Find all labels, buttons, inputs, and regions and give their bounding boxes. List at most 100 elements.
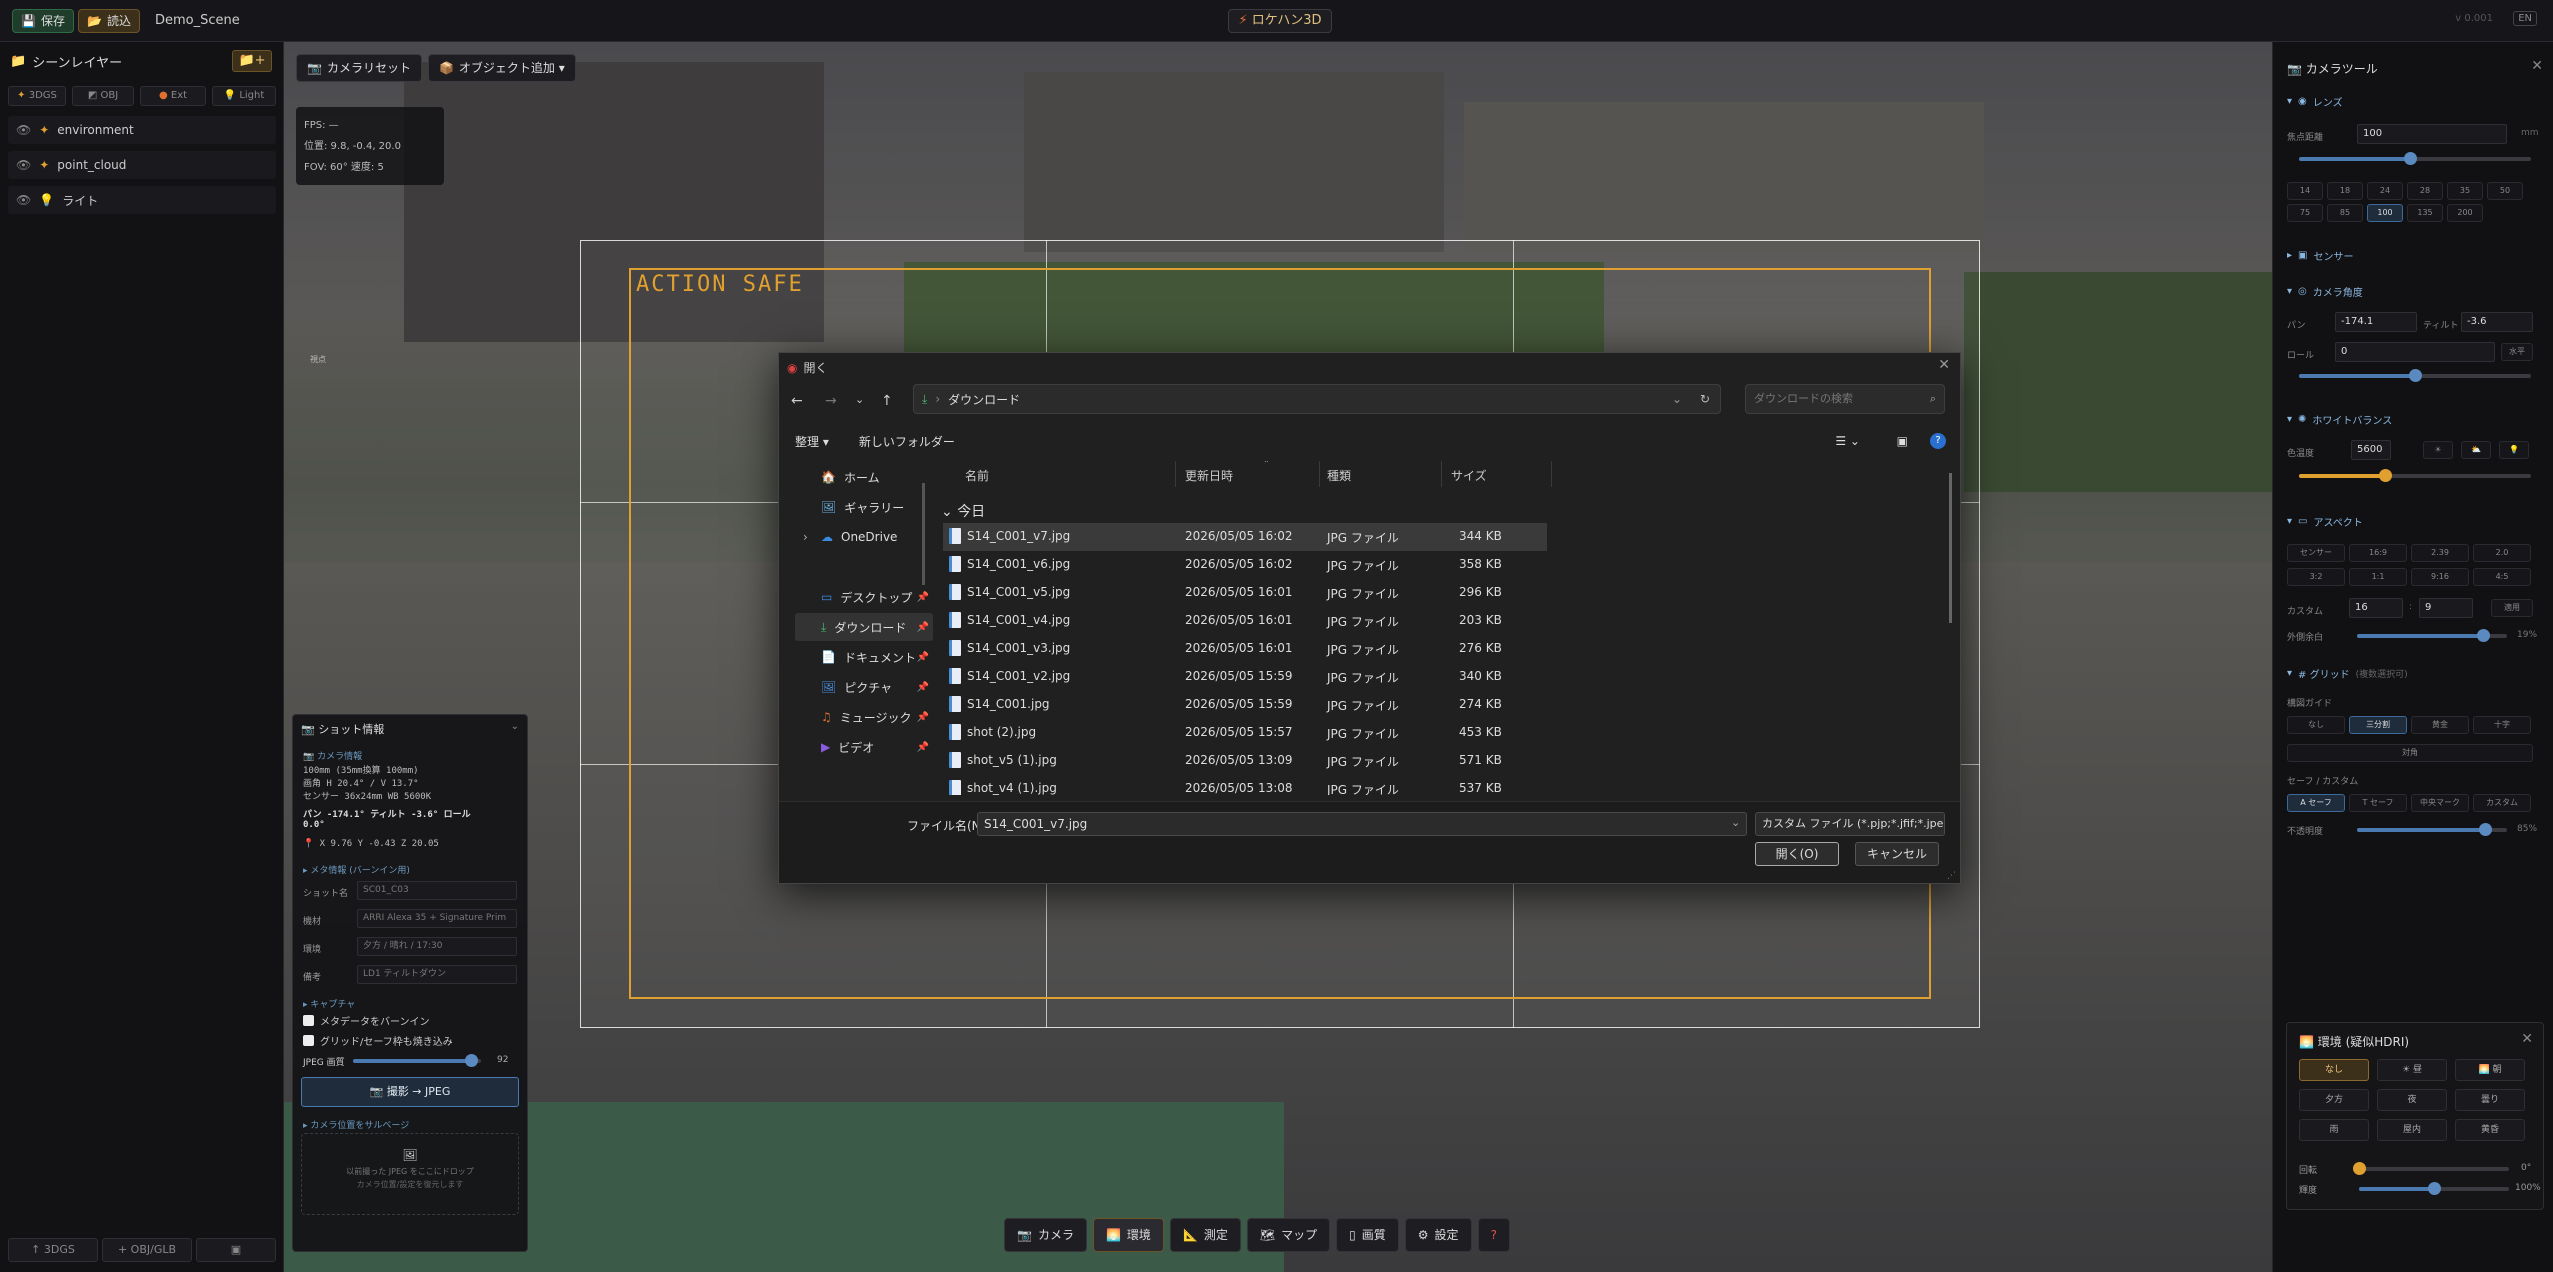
env-preset-button[interactable]: 屋内 <box>2377 1119 2447 1141</box>
section-restore[interactable]: ▸ カメラ位置をサルベージ <box>303 1118 409 1131</box>
focal-chip[interactable]: 100 <box>2367 204 2403 222</box>
nav-scrollbar[interactable] <box>922 483 925 585</box>
environment-input[interactable]: 夕方 / 晴れ / 17:30 <box>357 937 517 956</box>
extra-button[interactable]: ▣ <box>196 1238 276 1262</box>
save-button[interactable]: 💾 保存 <box>12 9 74 33</box>
safe-chip[interactable]: カスタム <box>2473 794 2531 812</box>
shot-name-input[interactable]: SC01_C03 <box>357 881 517 900</box>
composition-chip[interactable]: なし <box>2287 716 2345 734</box>
focal-chip[interactable]: 24 <box>2367 182 2403 200</box>
tab-3dgs[interactable]: ✦ 3DGS <box>8 86 66 106</box>
tab-obj[interactable]: ◩ OBJ <box>72 86 134 106</box>
group-header[interactable]: ⌄ 今日 <box>941 501 985 521</box>
eye-icon[interactable]: 👁 <box>16 158 31 172</box>
focal-chip[interactable]: 75 <box>2287 204 2323 222</box>
layer-light[interactable]: 👁 💡 ライト <box>8 186 276 214</box>
section-sensor[interactable]: ▸ ▣ センサー <box>2287 248 2353 263</box>
section-angle[interactable]: ▾ ◎ カメラ角度 <box>2287 284 2363 299</box>
chevron-down-icon[interactable]: ⌄ <box>855 393 864 406</box>
chevron-right-icon[interactable]: › <box>803 530 808 544</box>
custom-height-input[interactable]: 9 <box>2419 598 2473 618</box>
env-preset-button[interactable]: 雨 <box>2299 1119 2369 1141</box>
section-lens[interactable]: ▾ ◉ レンズ <box>2287 94 2343 109</box>
cancel-button[interactable]: キャンセル <box>1855 842 1939 866</box>
open-button[interactable]: 開く(O) <box>1755 842 1839 866</box>
file-type-select[interactable]: カスタム ファイル (*.pjp;*.jfif;*.jpe;* <box>1755 812 1945 836</box>
focal-chip[interactable]: 14 <box>2287 182 2323 200</box>
resize-grip-icon[interactable]: ⋰ <box>1947 871 1956 881</box>
brightness-slider[interactable] <box>2359 1182 2509 1195</box>
diagonal-button[interactable]: 対角 <box>2287 744 2533 762</box>
env-preset-button[interactable]: ☀ 昼 <box>2377 1059 2447 1081</box>
layer-environment[interactable]: 👁 ✦ environment <box>8 116 276 144</box>
pin-icon[interactable]: 📌 <box>917 712 929 723</box>
view-icon[interactable]: ☰ ⌄ <box>1835 434 1860 448</box>
composition-chip[interactable]: 十字 <box>2473 716 2531 734</box>
nav-item[interactable]: 🖼 ギャラリー <box>795 493 933 521</box>
search-input[interactable]: ダウンロードの検索 ⌕ <box>1745 384 1945 414</box>
jpeg-quality-slider[interactable] <box>353 1054 481 1067</box>
composition-chip[interactable]: 黄金 <box>2411 716 2469 734</box>
file-row[interactable]: shot (2).jpg 2026/05/05 15:57 JPG ファイル 453 … <box>943 719 1547 747</box>
nav-item[interactable]: ♫ ミュージック 📌 <box>795 703 933 731</box>
opacity-slider[interactable] <box>2357 823 2507 836</box>
focal-chip[interactable]: 28 <box>2407 182 2443 200</box>
file-row[interactable]: shot_v4 (1).jpg 2026/05/05 13:08 JPG ファイル 5… <box>943 775 1547 795</box>
composition-chip[interactable]: 三分割 <box>2349 716 2407 734</box>
pin-icon[interactable]: 📌 <box>917 652 929 663</box>
focal-chip[interactable]: 35 <box>2447 182 2483 200</box>
rotate-slider[interactable] <box>2353 1162 2509 1175</box>
nav-item[interactable]: ☁ OneDrive › <box>795 523 933 551</box>
close-icon[interactable]: ✕ <box>1938 357 1950 373</box>
capture-jpeg-button[interactable]: 📷 撮影 → JPEG <box>301 1077 519 1107</box>
collapse-icon[interactable]: ⌄ <box>511 721 519 732</box>
column-type[interactable]: 種類 <box>1327 467 1351 484</box>
pin-icon[interactable]: 📌 <box>917 682 929 693</box>
env-preset-button[interactable]: なし <box>2299 1059 2369 1081</box>
tab-ext[interactable]: ● Ext <box>140 86 206 106</box>
tab-light[interactable]: 💡 Light <box>212 86 276 106</box>
back-icon[interactable]: ← <box>791 393 803 409</box>
safe-chip[interactable]: T セーフ <box>2349 794 2407 812</box>
file-row[interactable]: S14_C001_v5.jpg 2026/05/05 16:01 JPG ファイル 2… <box>943 579 1547 607</box>
map-tab-button[interactable]: 🗺 マップ <box>1246 1218 1331 1252</box>
file-row[interactable]: S14_C001.jpg 2026/05/05 15:59 JPG ファイル 274 … <box>943 691 1547 719</box>
env-preset-button[interactable]: 🌅 朝 <box>2455 1059 2525 1081</box>
aspect-chip[interactable]: センサー <box>2287 544 2345 562</box>
pin-icon[interactable]: 📌 <box>917 742 929 753</box>
language-toggle[interactable]: EN <box>2513 11 2537 26</box>
address-bar[interactable]: ⤓ › ダウンロード ⌄ ↻ <box>913 384 1721 414</box>
env-preset-button[interactable]: 夕方 <box>2299 1089 2369 1111</box>
roll-slider[interactable] <box>2299 369 2531 382</box>
checkbox[interactable] <box>303 1035 314 1046</box>
eye-icon[interactable]: 👁 <box>16 123 31 137</box>
column-size[interactable]: サイズ <box>1451 467 1487 484</box>
measure-tab-button[interactable]: 📐 測定 <box>1169 1218 1241 1252</box>
custom-width-input[interactable]: 16 <box>2349 598 2403 618</box>
preview-pane-icon[interactable]: ▣ <box>1897 434 1908 448</box>
roll-input[interactable]: 0 <box>2335 342 2495 362</box>
settings-tab-button[interactable]: ⚙ 設定 <box>1404 1218 1472 1252</box>
chevron-down-icon[interactable]: ⌄ <box>1672 392 1682 406</box>
checkbox[interactable] <box>303 1015 314 1026</box>
focal-chip[interactable]: 18 <box>2327 182 2363 200</box>
nav-item[interactable]: ▭ デスクトップ 📌 <box>795 583 933 611</box>
outer-margin-slider[interactable] <box>2357 629 2507 642</box>
environment-tab-button[interactable]: 🌅 環境 <box>1092 1218 1164 1252</box>
file-scrollbar[interactable] <box>1949 473 1952 623</box>
up-icon[interactable]: ↑ <box>881 393 893 409</box>
camera-reset-button[interactable]: 📷 カメラリセット <box>296 54 422 82</box>
pin-icon[interactable]: 📌 <box>917 622 929 633</box>
nav-item[interactable]: ▶ ビデオ 📌 <box>795 733 933 761</box>
column-separator[interactable] <box>1175 461 1176 487</box>
add-layer-button[interactable]: 📁+ <box>232 50 272 72</box>
aspect-chip[interactable]: 2.0 <box>2473 544 2531 562</box>
file-row[interactable]: S14_C001_v6.jpg 2026/05/05 16:02 JPG ファイル 3… <box>943 551 1547 579</box>
level-button[interactable]: 水平 <box>2501 343 2533 361</box>
focal-slider[interactable] <box>2299 152 2531 165</box>
pin-icon[interactable]: 📌 <box>917 592 929 603</box>
aspect-chip[interactable]: 9:16 <box>2411 568 2469 586</box>
env-preset-button[interactable]: 曇り <box>2455 1089 2525 1111</box>
layer-point-cloud[interactable]: 👁 ✦ point_cloud <box>8 151 276 179</box>
column-separator[interactable] <box>1551 461 1552 487</box>
